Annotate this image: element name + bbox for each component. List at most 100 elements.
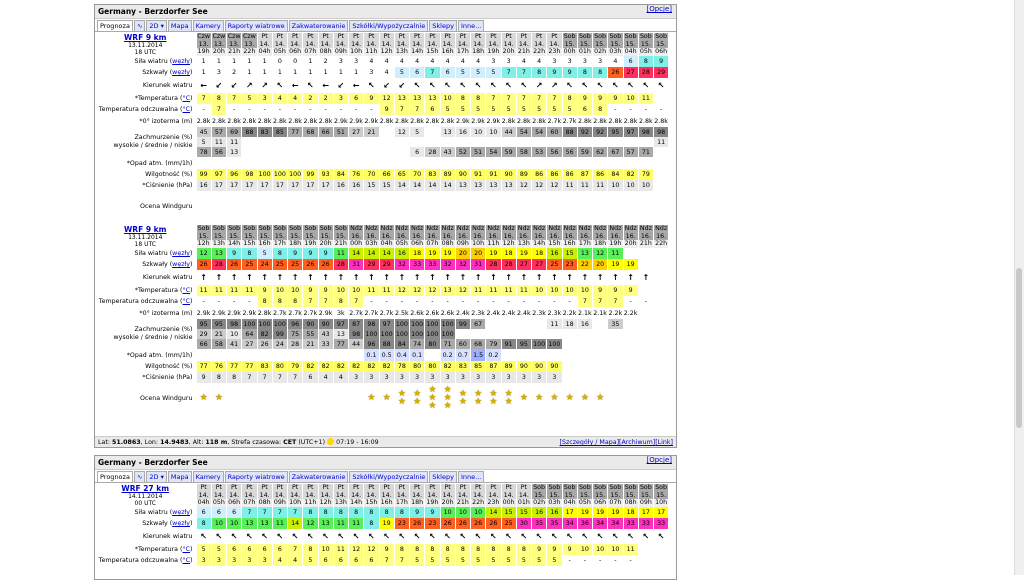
tab-5[interactable]: Raporty wiatrowe [224, 20, 288, 31]
precip-cell [562, 349, 578, 361]
tab-4[interactable]: Kamery [192, 471, 224, 482]
day-cell: Sob [226, 225, 243, 233]
footer-link[interactable]: [Archiwum] [619, 439, 655, 446]
footer-link[interactable]: [Link] [655, 439, 673, 446]
wave-chart-icon[interactable]: ∿ [133, 471, 146, 482]
temp-cell: 7 [196, 93, 212, 104]
humidity-cell [562, 361, 578, 372]
gusts-cell: 26 [302, 259, 319, 270]
cloud_lo-cell: 26 [257, 339, 273, 349]
wind-cell: 9 [287, 248, 304, 259]
footer-link[interactable]: [Szczegóły / Mapa] [560, 439, 620, 446]
pressure-cell: 8 [211, 372, 228, 383]
tab-2d[interactable]: 2D ▾ [146, 20, 167, 31]
tab-9[interactable]: Inne... [457, 20, 485, 31]
humidity-cell: 93 [318, 169, 334, 180]
cloud_mid-cell [318, 137, 334, 147]
date-cell: 13. [226, 40, 243, 49]
rating-star-icon: ★ [199, 393, 208, 403]
temp-cell: 8 [302, 544, 319, 555]
tab-3[interactable]: Mapa [167, 471, 192, 482]
unit-link[interactable]: °C [182, 106, 190, 113]
unit-link[interactable]: węzły [172, 58, 190, 65]
cloud_lo-cell: 67 [607, 147, 624, 157]
tab-5[interactable]: Raporty wiatrowe [224, 471, 288, 482]
tab-0[interactable]: Prognoza [97, 20, 133, 31]
unit-link[interactable]: węzły [172, 509, 190, 516]
tab-9[interactable]: Inne... [457, 471, 485, 482]
cloud_lo-cell: 56 [562, 147, 578, 157]
unit-link[interactable]: °C [182, 95, 190, 102]
unit-link[interactable]: węzły [172, 69, 190, 76]
humidity-cell: 77 [226, 361, 243, 372]
tab-7[interactable]: Szkółki/Wypożyczalnie [349, 471, 429, 482]
iso-cell: 2.9k [318, 307, 334, 319]
iso-cell: 2.3k [546, 307, 563, 319]
wind-arrow-icon: ↑ [455, 270, 472, 285]
model-link[interactable]: WRF 9 km [95, 33, 195, 42]
date-cell: 14. [257, 491, 273, 500]
options-link[interactable]: [Opcje] [646, 456, 672, 464]
gusts-cell: 3 [363, 67, 380, 78]
day-cell: Ndz [485, 225, 502, 233]
tab-8[interactable]: Sklepy [429, 471, 457, 482]
options-link[interactable]: [Opcje] [646, 5, 672, 13]
gusts-cell: 33 [409, 259, 426, 270]
cloud_mid-cell [501, 329, 517, 339]
humidity-cell: 100 [272, 169, 289, 180]
day-cell: Ndz [546, 225, 563, 233]
hour-cell: 01h [577, 48, 594, 56]
rating-cell [470, 191, 487, 221]
temp-cell: 9 [363, 93, 380, 104]
unit-link[interactable]: °C [182, 287, 190, 294]
tab-0[interactable]: Prognoza [97, 471, 133, 482]
pressure-cell [607, 372, 624, 383]
wind-cell: 3 [501, 56, 517, 67]
wind-arrow-icon: ↑ [546, 270, 563, 285]
pressure-cell: 3 [455, 372, 472, 383]
model-link[interactable]: WRF 9 km [95, 225, 195, 234]
gusts-cell: 1 [287, 67, 304, 78]
unit-link[interactable]: °C [182, 557, 190, 564]
gusts-cell: 32 [394, 259, 411, 270]
unit-link[interactable]: węzły [172, 250, 190, 257]
date-cell: 14. [211, 491, 228, 500]
cloud_mid-cell [531, 137, 548, 147]
unit-link[interactable]: węzły [172, 520, 190, 527]
wind-arrow-icon: ↙ [379, 78, 395, 93]
cloud_lo-cell: 53 [531, 147, 548, 157]
tab-6[interactable]: Zakwaterowanie [288, 471, 349, 482]
temp-cell: 10 [607, 544, 624, 555]
pressure-cell [653, 180, 670, 191]
tab-6[interactable]: Zakwaterowanie [288, 20, 349, 31]
temp-cell: 11 [333, 544, 350, 555]
wind-cell: 19 [592, 507, 609, 518]
unit-link[interactable]: °C [182, 546, 190, 553]
iso-cell: 2.8k [272, 115, 289, 127]
pressure-cell: 7 [257, 372, 273, 383]
tab-8[interactable]: Sklepy [429, 20, 457, 31]
wind-cell: 3 [577, 56, 594, 67]
precip-cell [302, 157, 319, 169]
day-cell: Pt [318, 484, 334, 492]
gusts-cell: 23 [562, 259, 578, 270]
feels-cell: - [196, 104, 212, 115]
unit-link[interactable]: węzły [172, 261, 190, 268]
tab-3[interactable]: Mapa [167, 20, 192, 31]
precip-cell [348, 349, 365, 361]
date-cell: 15. [562, 40, 578, 49]
unit-link[interactable]: °C [182, 298, 190, 305]
date-cell: 14. [272, 40, 289, 49]
rating-cell: ★ ★ [470, 383, 487, 413]
scrollbar-thumb[interactable] [1016, 268, 1022, 428]
gusts-cell: 31 [348, 259, 365, 270]
model-link[interactable]: WRF 27 km [95, 484, 195, 493]
forecast-table: WRF 9 km 13.11.2014 18 UTC Sob Sob Sob Sob Sob S… [95, 225, 670, 413]
wind-arrow-icon: ↖ [638, 78, 655, 93]
wave-chart-icon[interactable]: ∿ [133, 20, 146, 31]
tab-2d[interactable]: 2D ▾ [146, 471, 167, 482]
row-label: *Opad atm. (mm/1h) [95, 157, 197, 169]
cloud_mid-cell: 100 [440, 329, 456, 339]
tab-4[interactable]: Kamery [192, 20, 224, 31]
tab-7[interactable]: Szkółki/Wypożyczalnie [349, 20, 429, 31]
